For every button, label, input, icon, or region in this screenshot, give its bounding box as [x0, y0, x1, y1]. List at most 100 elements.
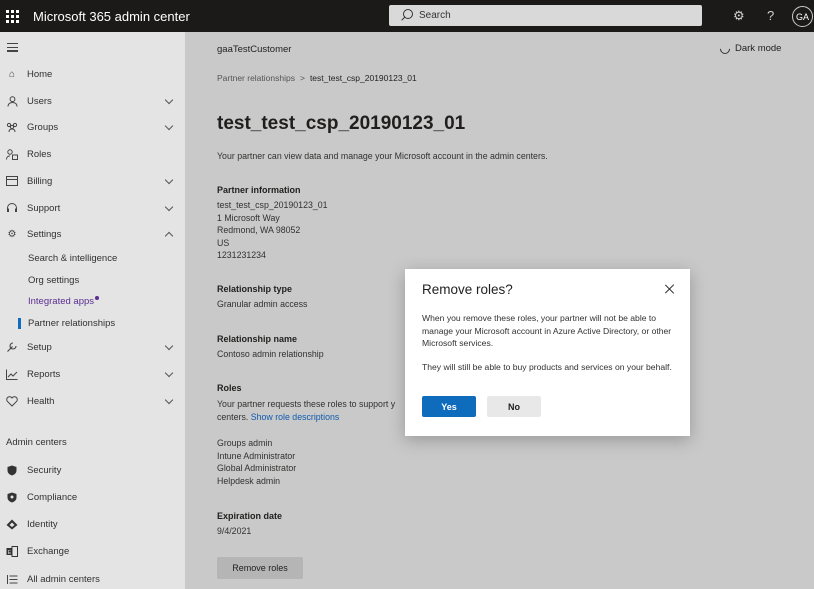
sidebar-item-label: Groups — [27, 121, 59, 133]
admin-center-label: Security — [27, 464, 62, 476]
expiration-label: Expiration date — [217, 511, 283, 521]
chevron-down-icon — [164, 341, 174, 351]
admin-center-compliance[interactable]: Compliance — [0, 487, 185, 507]
notification-dot — [95, 296, 100, 300]
chevron-up-icon — [164, 231, 174, 241]
sidebar-item-health[interactable]: Health — [0, 391, 185, 411]
expiration-value: 9/4/2021 — [217, 526, 252, 536]
shield-icon — [6, 464, 18, 476]
close-icon[interactable] — [664, 283, 676, 295]
partner-info-line: test_test_csp_20190123_01 — [217, 200, 328, 210]
top-bar: Microsoft 365 admin center Search ⚙ ? GA — [0, 0, 814, 32]
heart-icon — [6, 395, 18, 407]
sidebar-item-label: Settings — [27, 228, 62, 240]
sidebar-item-home[interactable]: ⌂ Home — [0, 64, 185, 84]
dialog-message: When you remove these roles, your partne… — [422, 313, 672, 348]
app-launcher-icon[interactable] — [0, 0, 24, 32]
sidebar-item-groups[interactable]: Groups — [0, 117, 185, 137]
app-title[interactable]: Microsoft 365 admin center — [33, 9, 190, 24]
breadcrumb-current: test_test_csp_20190123_01 — [309, 73, 417, 83]
list-icon — [6, 573, 18, 585]
sidebar-item-users[interactable]: Users — [0, 91, 185, 111]
sidebar-subitem-partner-relationships[interactable]: Partner relationships — [28, 318, 115, 329]
sidebar-item-label: Support — [27, 202, 61, 214]
billing-icon — [6, 175, 18, 187]
sidebar-item-support[interactable]: Support — [0, 198, 185, 218]
chevron-down-icon — [164, 395, 174, 405]
dark-mode-toggle[interactable]: Dark mode — [717, 41, 782, 56]
admin-center-label: Identity — [27, 518, 58, 530]
chevron-down-icon — [164, 368, 174, 378]
sidebar-subitem-search-intelligence[interactable]: Search & intelligence — [28, 253, 117, 264]
breadcrumb: Partner relationships > test_test_csp_20… — [217, 73, 417, 83]
dialog-title: Remove roles? — [422, 282, 513, 297]
chart-icon — [6, 368, 18, 380]
admin-center-label: All admin centers — [27, 573, 100, 585]
avatar[interactable]: GA — [792, 6, 813, 27]
search-placeholder: Search — [419, 10, 451, 21]
admin-center-all[interactable]: All admin centers — [0, 569, 185, 589]
role-item: Global Administrator — [217, 463, 297, 473]
page-description: Your partner can view data and manage yo… — [217, 151, 548, 161]
admin-centers-heading: Admin centers — [6, 437, 67, 448]
admin-center-identity[interactable]: Identity — [0, 514, 185, 534]
remove-roles-dialog: Remove roles? When you remove these role… — [405, 269, 690, 436]
wrench-icon — [6, 341, 18, 353]
sidebar-subitem-integrated-apps[interactable]: Integrated apps — [28, 296, 100, 307]
partner-info-line: 1 Microsoft Way — [217, 212, 280, 223]
sidebar-item-roles[interactable]: Roles — [0, 144, 185, 164]
partner-info-line: 1231231234 — [217, 250, 266, 260]
chevron-down-icon — [164, 202, 174, 212]
roles-text-line2: centers. Show role descriptions — [217, 411, 395, 424]
sidebar: ⌂ Home Users Groups Roles Billing Suppor… — [0, 32, 185, 589]
groups-icon — [6, 121, 18, 133]
gear-icon: ⚙ — [7, 228, 17, 240]
admin-center-exchange[interactable]: E Exchange — [0, 541, 185, 561]
roles-description: Your partner requests these roles to sup… — [217, 398, 395, 423]
tenant-name: gaaTestCustomer — [217, 44, 292, 55]
breadcrumb-parent[interactable]: Partner relationships — [217, 73, 295, 83]
roles-text: Your partner requests these roles to sup… — [217, 399, 396, 409]
remove-roles-button[interactable]: Remove roles — [217, 557, 303, 579]
sidebar-item-setup[interactable]: Setup — [0, 337, 185, 357]
help-icon[interactable]: ? — [767, 8, 774, 23]
user-icon — [6, 95, 18, 107]
partner-info-label: Partner information — [217, 185, 301, 195]
partner-info: test_test_csp_20190123_01 1 Microsoft Wa… — [217, 199, 328, 262]
relationship-type-label: Relationship type — [217, 284, 293, 294]
partner-info-line: Redmond, WA 98052 — [217, 225, 301, 235]
relationship-type-value: Granular admin access — [217, 299, 308, 309]
hamburger-menu-icon[interactable] — [7, 43, 18, 54]
moon-icon — [717, 41, 733, 56]
sidebar-subitem-org-settings[interactable]: Org settings — [28, 275, 79, 286]
chevron-down-icon — [164, 121, 174, 131]
admin-center-security[interactable]: Security — [0, 460, 185, 480]
roles-label: Roles — [217, 383, 242, 393]
roles-list: Groups admin Intune Administrator Global… — [217, 437, 296, 487]
search-box[interactable]: Search — [389, 5, 702, 26]
no-button[interactable]: No — [487, 396, 541, 417]
sidebar-item-label: Home — [27, 68, 53, 80]
sidebar-item-settings[interactable]: ⚙ Settings — [0, 224, 185, 244]
role-item: Intune Administrator — [217, 450, 296, 461]
relationship-name-label: Relationship name — [217, 334, 298, 344]
yes-button[interactable]: Yes — [422, 396, 476, 417]
role-item: Groups admin — [217, 438, 273, 448]
sidebar-item-label: Setup — [27, 341, 52, 353]
compliance-icon — [6, 491, 18, 503]
sidebar-subitem-label: Integrated apps — [28, 296, 95, 307]
identity-icon — [6, 518, 18, 530]
gear-icon[interactable]: ⚙ — [733, 8, 745, 24]
chevron-down-icon — [164, 175, 174, 185]
relationship-name-value: Contoso admin relationship — [217, 349, 324, 359]
show-role-descriptions-link[interactable]: Show role descriptions — [251, 412, 340, 422]
sidebar-item-billing[interactable]: Billing — [0, 171, 185, 191]
sidebar-item-label: Roles — [27, 148, 52, 160]
home-icon: ⌂ — [8, 68, 16, 80]
headset-icon — [6, 202, 18, 214]
dark-mode-label: Dark mode — [735, 43, 782, 54]
page-title: test_test_csp_20190123_01 — [217, 113, 466, 134]
roles-icon — [6, 148, 18, 160]
roles-text-end: centers. — [217, 411, 249, 422]
sidebar-item-reports[interactable]: Reports — [0, 364, 185, 384]
